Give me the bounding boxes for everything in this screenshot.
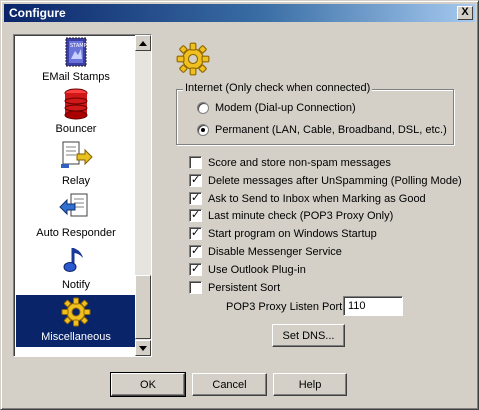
pop3-port-input[interactable] — [343, 296, 403, 316]
list-item-label: Miscellaneous — [41, 331, 111, 343]
checkbox[interactable] — [189, 209, 202, 222]
relay-icon — [16, 139, 136, 173]
radio-label: Permanent (LAN, Cable, Broadband, DSL, e… — [215, 123, 447, 136]
music-note-icon — [16, 243, 136, 277]
radio-button[interactable] — [197, 101, 209, 114]
list-item-label: Notify — [61, 279, 91, 291]
scroll-thumb[interactable] — [135, 275, 151, 339]
checkbox[interactable] — [189, 263, 202, 276]
persistent-sort-checkbox[interactable]: Persistent Sort — [189, 280, 280, 295]
start-on-startup-checkbox[interactable]: Start program on Windows Startup — [189, 226, 377, 241]
arrow-up-icon — [139, 40, 147, 46]
checkbox-label: Use Outlook Plug-in — [208, 263, 306, 276]
stamp-icon: STAMP — [16, 35, 136, 69]
modem-radio[interactable]: Modem (Dial-up Connection) — [197, 100, 356, 115]
checkbox[interactable] — [189, 192, 202, 205]
svg-text:STAMP: STAMP — [70, 43, 87, 49]
list-item-relay[interactable]: Relay — [16, 139, 136, 191]
delete-after-unspam-checkbox[interactable]: Delete messages after UnSpamming (Pollin… — [189, 173, 462, 188]
checkbox[interactable] — [189, 156, 202, 169]
list-item-email-stamps[interactable]: STAMP EMail Stamps — [16, 35, 136, 87]
checkbox-label: Last minute check (POP3 Proxy Only) — [208, 209, 394, 222]
list-item-auto-responder[interactable]: Auto Responder — [16, 191, 136, 243]
score-store-checkbox[interactable]: Score and store non-spam messages — [189, 155, 391, 170]
disable-messenger-checkbox[interactable]: Disable Messenger Service — [189, 244, 342, 259]
checkbox-label: Start program on Windows Startup — [208, 227, 377, 240]
checkbox-label: Score and store non-spam messages — [208, 156, 391, 169]
list-item-label: Relay — [61, 175, 91, 187]
list-item-miscellaneous[interactable]: Miscellaneous — [16, 295, 136, 347]
list-item-notify[interactable]: Notify — [16, 243, 136, 295]
database-icon — [16, 87, 136, 121]
gear-icon — [176, 42, 210, 76]
window-title: Configure — [9, 6, 66, 20]
list-scrollbar[interactable] — [135, 35, 151, 356]
last-minute-check-checkbox[interactable]: Last minute check (POP3 Proxy Only) — [189, 208, 393, 223]
permanent-radio[interactable]: Permanent (LAN, Cable, Broadband, DSL, e… — [197, 122, 447, 137]
checkbox-label: Persistent Sort — [208, 281, 281, 294]
radio-button[interactable] — [197, 123, 209, 136]
checkbox-label: Ask to Send to Inbox when Marking as Goo… — [208, 192, 426, 205]
title-bar[interactable]: Configure X — [4, 4, 475, 22]
set-dns-button[interactable]: Set DNS... — [272, 324, 345, 347]
list-item-bouncer[interactable]: Bouncer — [16, 87, 136, 139]
checkbox-label: Disable Messenger Service — [208, 245, 342, 258]
internet-group-label: Internet (Only check when connected) — [183, 82, 373, 94]
checkbox[interactable] — [189, 227, 202, 240]
list-item-label: Bouncer — [55, 123, 97, 135]
checkbox-label: Delete messages after UnSpamming (Pollin… — [208, 174, 462, 187]
checkbox[interactable] — [189, 245, 202, 258]
arrow-down-icon — [139, 345, 147, 351]
scroll-down-button[interactable] — [135, 340, 151, 356]
close-button[interactable]: X — [457, 6, 473, 20]
help-button[interactable]: Help — [273, 373, 347, 396]
outlook-plugin-checkbox[interactable]: Use Outlook Plug-in — [189, 262, 306, 277]
list-item-label: Auto Responder — [36, 227, 116, 239]
cancel-button[interactable]: Cancel — [192, 373, 267, 396]
checkbox[interactable] — [189, 281, 202, 294]
radio-label: Modem (Dial-up Connection) — [215, 101, 356, 114]
ok-button[interactable]: OK — [110, 372, 186, 397]
ask-send-inbox-checkbox[interactable]: Ask to Send to Inbox when Marking as Goo… — [189, 191, 426, 206]
pop3-port-label: POP3 Proxy Listen Port: — [226, 301, 346, 313]
gear-icon — [16, 295, 136, 329]
scroll-up-button[interactable] — [135, 35, 151, 51]
auto-responder-icon — [16, 191, 136, 225]
checkbox[interactable] — [189, 174, 202, 187]
category-list[interactable]: STAMP EMail Stamps Bouncer Relay Auto Re… — [13, 34, 152, 357]
list-item-label: EMail Stamps — [42, 71, 110, 83]
